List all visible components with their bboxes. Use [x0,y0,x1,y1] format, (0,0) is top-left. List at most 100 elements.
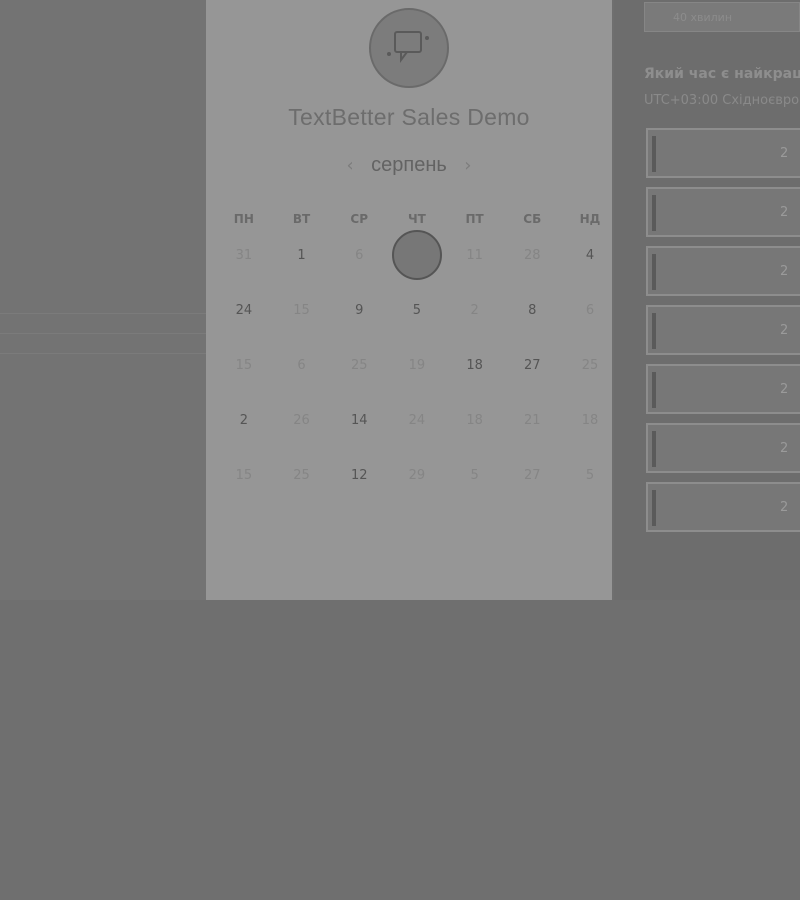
calendar-day-number: 18 [466,358,483,373]
calendar-day: 2 [446,283,504,338]
calendar-day-number: 26 [293,413,310,428]
slot-time-label: 2 [780,500,789,515]
calendar-day: 19 [388,338,446,393]
calendar-day-number: 24 [408,413,426,428]
calendar-day-number: 28 [524,248,541,263]
calendar-day: 21 [503,393,561,448]
slot-time-label: 2 [780,441,789,456]
calendar-day-number: 14 [350,413,368,428]
time-slot-button[interactable]: 2 [646,482,800,532]
time-slot-button[interactable]: 2 [646,305,800,355]
calendar-day-number: 18 [581,413,599,428]
time-slot-button[interactable]: 2 [646,246,800,296]
calendar-day-number: 31 [235,248,253,263]
calendar-day[interactable]: 12 [330,448,388,503]
divider [0,333,206,334]
calendar-day-number: 5 [470,468,479,483]
time-slot-button[interactable]: 2 [646,128,800,178]
divider [0,353,206,354]
slot-time-label: 2 [780,323,789,338]
calendar-day[interactable]: 9 [330,283,388,338]
next-month-button[interactable]: › [455,155,481,176]
calendar-day-number: 2 [239,413,248,428]
calendar-day: 26 [273,393,331,448]
slot-time-label: 2 [780,382,789,397]
calendar-day: 28 [503,228,561,283]
time-question-label: Який час є найкращим? [644,66,800,82]
slot-accent-bar [652,195,656,231]
weekday-label: НД [579,212,601,226]
calendar-day-number: 19 [408,358,426,373]
divider [0,313,206,314]
slot-accent-bar [652,313,656,349]
calendar-day: 11 [446,228,504,283]
page-footer-area [0,600,800,900]
month-navigation: ‹ серпень › [206,150,612,180]
calendar-day[interactable]: 27 [503,338,561,393]
calendar-day[interactable]: 8 [503,283,561,338]
calendar-day[interactable]: 18 [446,338,504,393]
selected-day-indicator[interactable] [392,230,443,280]
chat-bubble-icon [387,31,429,63]
month-label: серпень [371,153,447,176]
calendar-day: 25 [330,338,388,393]
weekday-label: ВТ [292,212,311,226]
calendar-day[interactable]: 14 [330,393,388,448]
calendar-day-number: 9 [355,303,364,318]
slot-time-label: 2 [780,146,789,161]
calendar-day: 25 [273,448,331,503]
calendar-day-number: 27 [524,358,541,373]
time-slot-button[interactable]: 2 [646,364,800,414]
calendar-day[interactable]: 5 [388,283,446,338]
calendar-day-number: 6 [585,303,595,318]
calendar-day: 5 [446,448,504,503]
calendar-day-number: 25 [293,468,310,483]
calendar-day[interactable]: 24 [215,283,273,338]
calendar-day-number: 29 [408,468,426,483]
calendar-day-number: 2 [470,303,479,318]
weekday-header: ПН ВТ СР ЧТ ПТ СБ НД [215,212,619,226]
calendar-week-row: 15 6 25 19 18 27 25 [215,338,619,393]
weekday-label: ЧТ [407,212,426,226]
duration-selector[interactable]: 40 хвилин [644,2,800,32]
event-title: TextBetter Sales Demo [288,104,530,130]
calendar-day: 18 [561,393,619,448]
calendar-day-number: 4 [585,248,595,263]
calendar-day-number: 5 [585,468,595,483]
calendar-day-number: 25 [350,358,368,373]
booking-card: TextBetter Sales Demo ‹ серпень › ПН ВТ … [206,0,612,600]
calendar-day[interactable]: 1 [273,228,331,283]
prev-month-button[interactable]: ‹ [337,155,363,176]
calendar-day[interactable]: 4 [561,228,619,283]
calendar-week-row: 2 26 14 24 18 21 18 [215,393,619,448]
slot-accent-bar [652,136,656,172]
calendar-day-number: 24 [235,303,253,318]
slot-accent-bar [652,254,656,290]
calendar-day: 15 [273,283,331,338]
calendar-day: 29 [388,448,446,503]
calendar-grid: 31 1 6 11 28 4 24 15 9 5 2 8 6 15 6 25 19 18 27 25 2 26 14 24 18… [215,228,619,503]
calendar-day: 6 [330,228,388,283]
logo-avatar [369,8,449,88]
slot-accent-bar [652,372,656,408]
calendar-day: 5 [561,448,619,503]
weekday-label: ПН [233,212,254,226]
calendar-day[interactable]: 2 [215,393,273,448]
calendar-week-row: 15 25 12 29 5 27 5 [215,448,619,503]
calendar-day-number: 25 [581,358,599,373]
weekday-label: ПТ [465,212,484,226]
time-slot-button[interactable]: 2 [646,423,800,473]
calendar-day[interactable] [388,228,446,283]
weekday-label: СБ [523,212,542,226]
calendar-week-row: 31 1 6 11 28 4 [215,228,619,283]
calendar-day-number: 27 [524,468,541,483]
calendar-day-number: 5 [412,303,422,318]
calendar-day: 31 [215,228,273,283]
calendar-day-number: 12 [350,468,368,483]
calendar-day: 18 [446,393,504,448]
slot-time-label: 2 [780,264,789,279]
timezone-selector[interactable]: UTC+03:00 Східноєвропейський час [644,93,800,108]
calendar-day: 6 [561,283,619,338]
weekday-label: СР [350,212,369,226]
time-slot-button[interactable]: 2 [646,187,800,237]
